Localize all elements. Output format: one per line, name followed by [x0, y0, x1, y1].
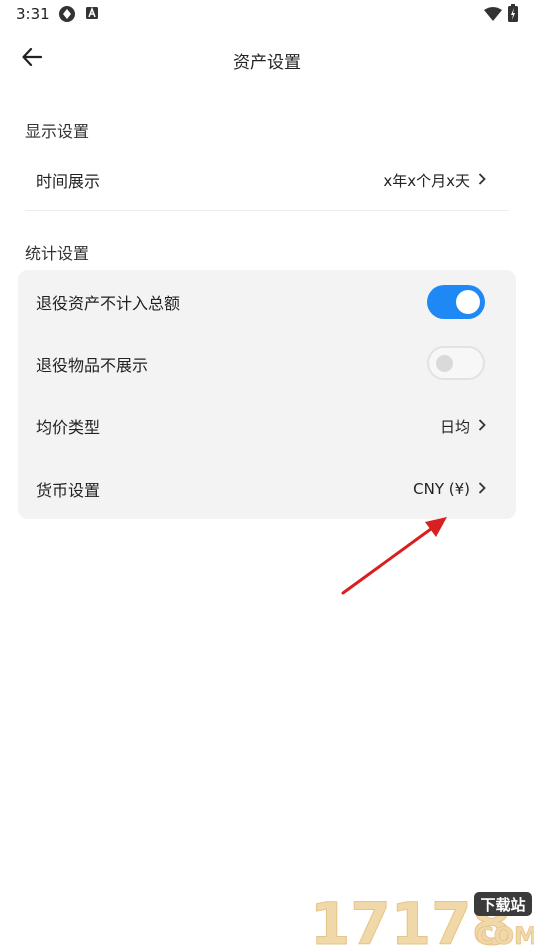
status-time: 3:31 [16, 5, 50, 23]
currency-row[interactable]: 货币设置 CNY (¥) [36, 469, 486, 509]
exclude-retired-toggle[interactable] [427, 285, 485, 319]
time-display-row[interactable]: 时间展示 x年x个月x天 [36, 160, 486, 200]
app-notification-icon [85, 5, 99, 25]
page-title: 资产设置 [233, 53, 301, 73]
time-display-label: 时间展示 [36, 172, 101, 191]
hide-retired-items-row: 退役物品不展示 [36, 344, 486, 384]
currency-label: 货币设置 [36, 481, 101, 500]
display-section-label: 显示设置 [25, 122, 90, 141]
sync-icon [58, 5, 76, 27]
chevron-right-icon [478, 171, 486, 189]
annotation-arrow-icon [335, 508, 455, 602]
time-display-value-wrap: x年x个月x天 [383, 170, 486, 191]
hide-retired-items-toggle[interactable] [427, 346, 485, 380]
battery-icon [508, 4, 518, 26]
toggle-knob [436, 355, 453, 372]
avg-price-type-value: 日均 [439, 417, 470, 436]
avg-price-type-value-wrap: 日均 [440, 416, 486, 437]
exclude-retired-row: 退役资产不计入总额 [36, 282, 486, 322]
divider [25, 210, 509, 211]
avg-price-type-label: 均价类型 [36, 418, 101, 437]
exclude-retired-label: 退役资产不计入总额 [36, 294, 181, 313]
svg-text:下载站: 下载站 [480, 896, 525, 914]
time-display-value: x年x个月x天 [383, 171, 470, 190]
svg-text:COM: COM [476, 922, 534, 950]
status-bar: 3:31 [0, 0, 534, 30]
app-bar: 资产设置 [0, 30, 534, 88]
hide-retired-items-label: 退役物品不展示 [36, 356, 149, 375]
avg-price-type-row[interactable]: 均价类型 日均 [36, 406, 486, 446]
wifi-icon [484, 6, 502, 25]
currency-value: CNY (¥) [413, 480, 470, 498]
site-watermark-logo: 17178 下载站 COM [308, 886, 534, 950]
chevron-right-icon [478, 417, 486, 435]
toggle-knob [456, 290, 480, 314]
chevron-right-icon [478, 480, 486, 498]
stats-section-label: 统计设置 [25, 244, 90, 263]
currency-value-wrap: CNY (¥) [413, 480, 486, 498]
